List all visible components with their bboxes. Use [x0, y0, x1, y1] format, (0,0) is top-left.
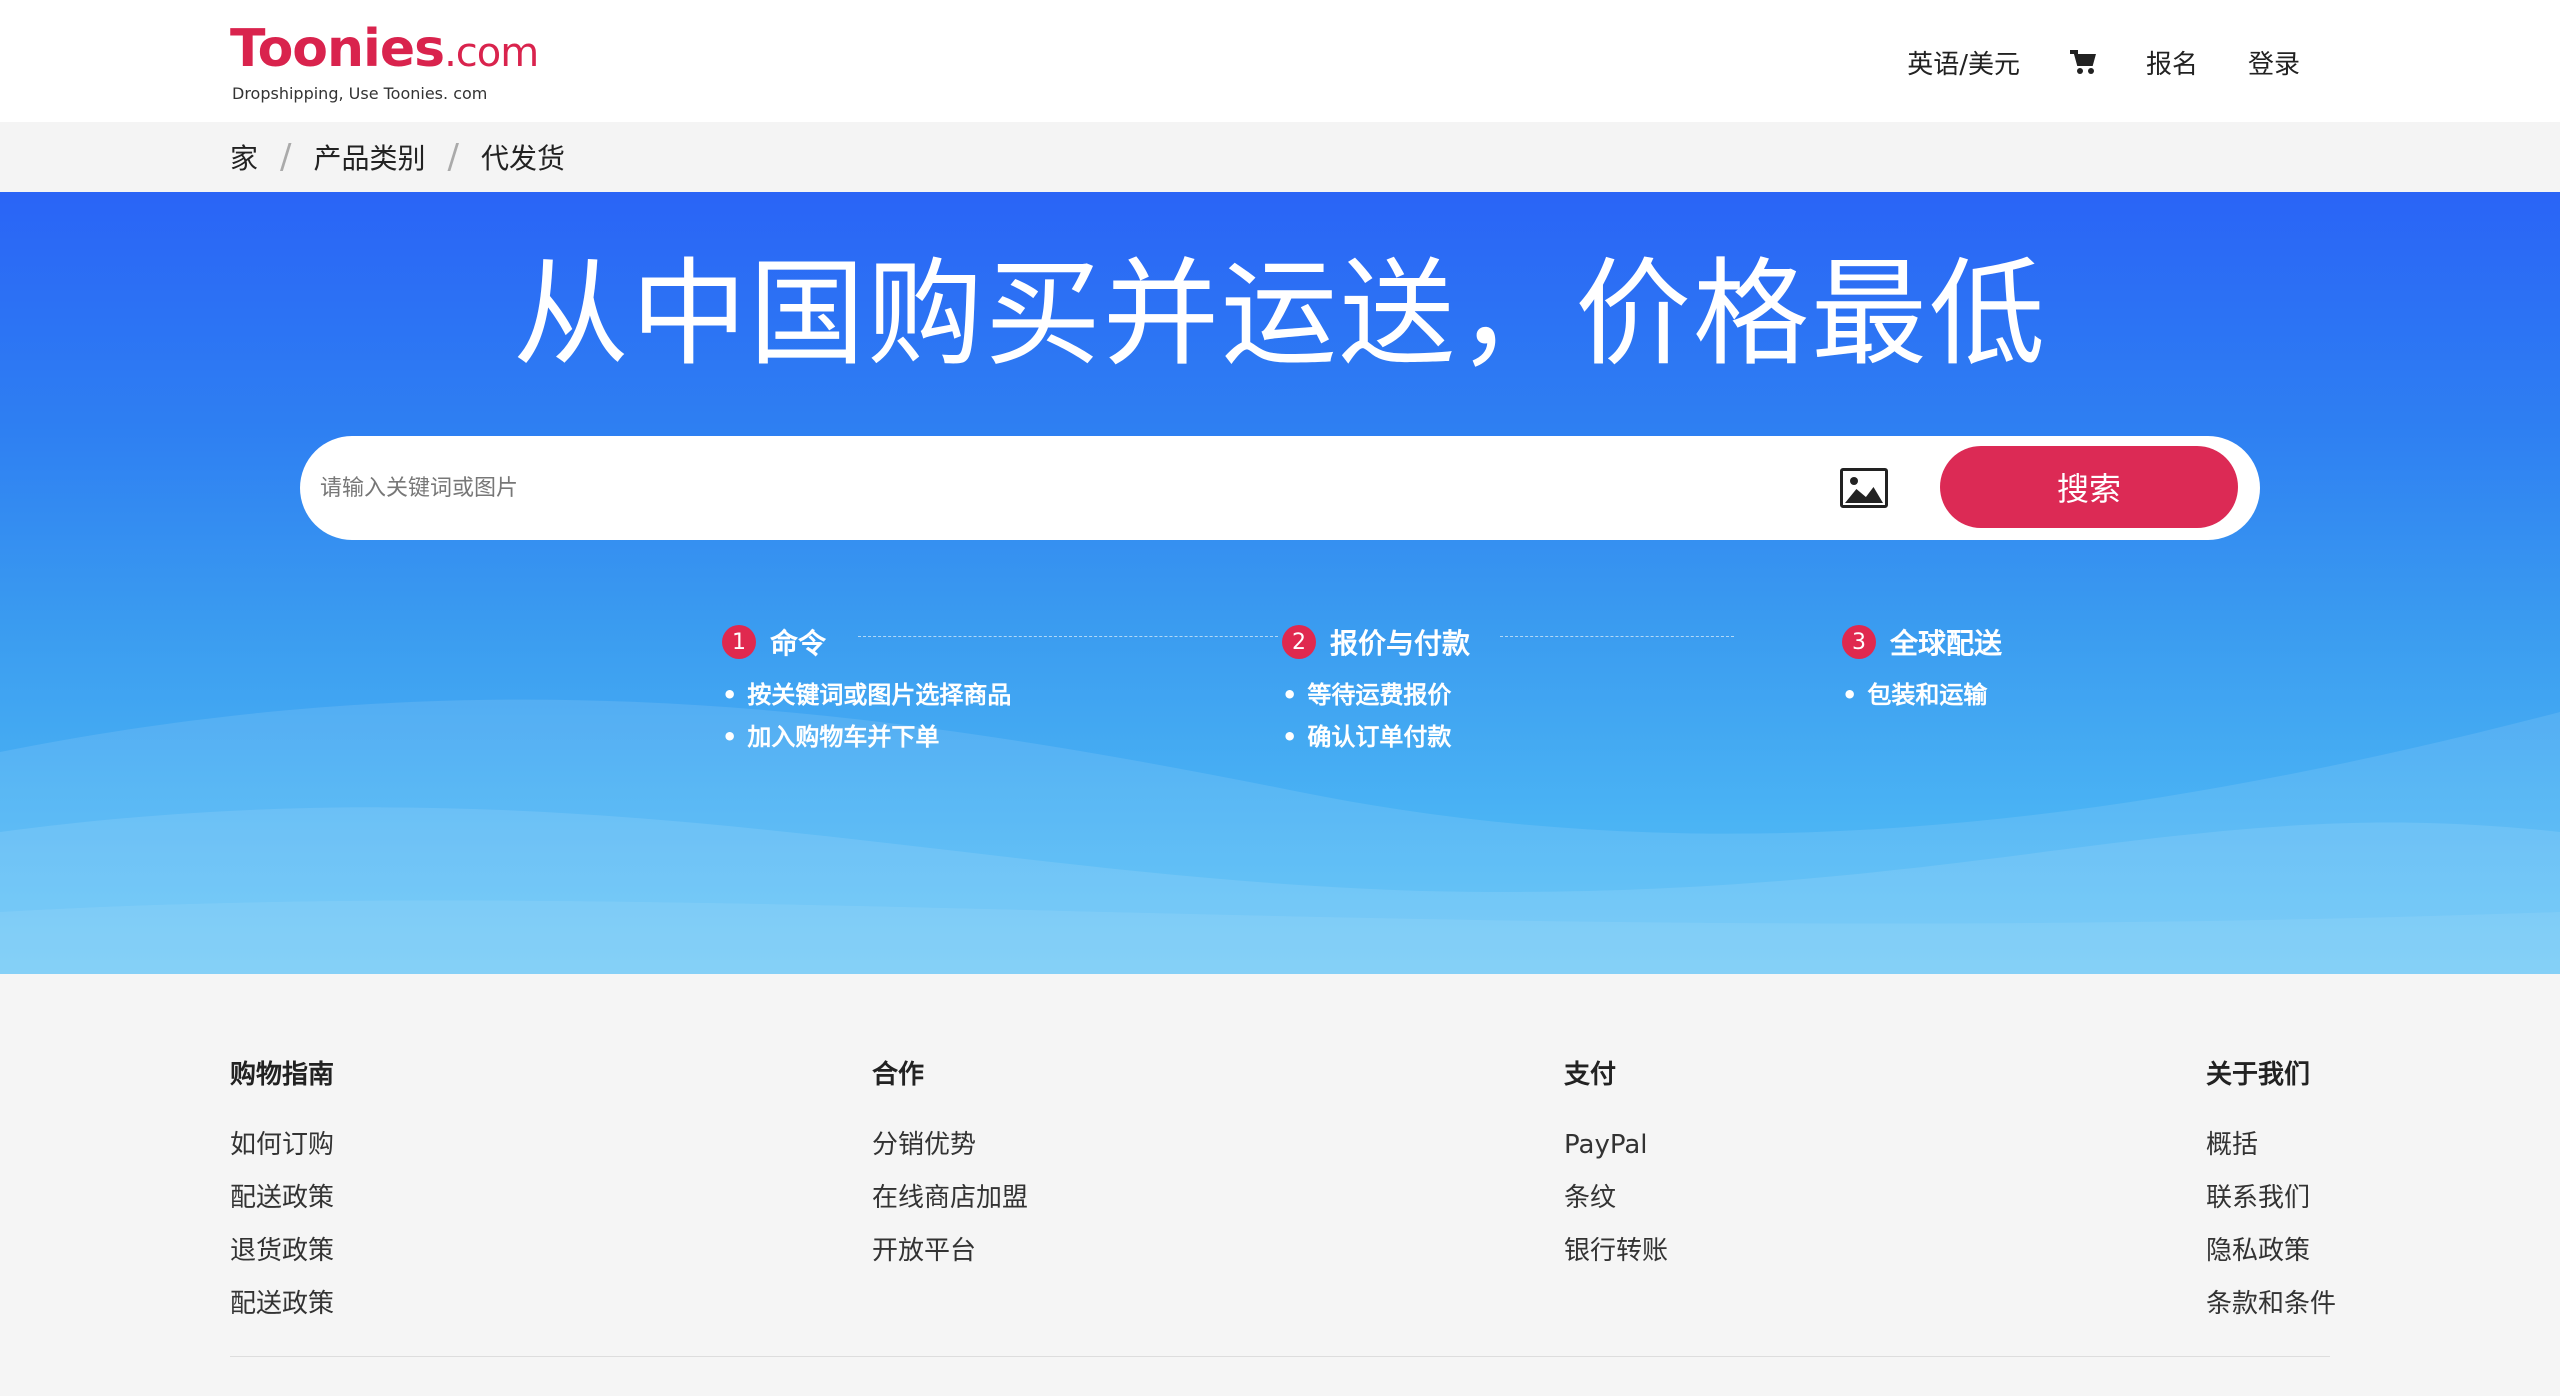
site-logo[interactable]: Toonies.com Dropshipping, Use Toonies. c… — [230, 18, 539, 108]
top-navigation: 英语/美元 报名 登录 — [1907, 42, 2300, 82]
footer-column-title: 关于我们 — [2206, 1060, 2311, 1090]
footer-link[interactable]: 分销优势 — [872, 1119, 1028, 1172]
login-link[interactable]: 登录 — [2248, 44, 2300, 81]
step-item: 等待运费报价 — [1282, 674, 1470, 716]
breadcrumb-categories[interactable]: 产品类别 — [313, 137, 425, 177]
image-upload-icon[interactable] — [1840, 468, 1888, 508]
step-order: 1 命令 按关键词或图片选择商品 加入购物车并下单 — [722, 622, 1011, 758]
breadcrumb-bar: 家 / 产品类别 / 代发货 — [0, 122, 2560, 192]
order-steps: 1 命令 按关键词或图片选择商品 加入购物车并下单 2 报价与付款 等待运费报价… — [0, 622, 2560, 782]
footer-link[interactable]: 联系我们 — [2206, 1172, 2336, 1225]
footer-link[interactable]: 如何订购 — [230, 1119, 334, 1172]
search-bar: 搜索 — [300, 436, 2260, 540]
search-button[interactable]: 搜索 — [1940, 446, 2238, 528]
footer-link[interactable]: 配送政策 — [230, 1278, 334, 1331]
step-item: 加入购物车并下单 — [722, 716, 1011, 758]
footer-link[interactable]: PayPal — [1564, 1119, 1668, 1172]
step-title: 报价与付款 — [1330, 627, 1471, 660]
signup-link[interactable]: 报名 — [2146, 44, 2198, 81]
footer-link[interactable]: 配送政策 — [230, 1172, 334, 1225]
footer-column-title: 购物指南 — [230, 1060, 335, 1090]
step-item: 确认订单付款 — [1282, 716, 1470, 758]
site-header: Toonies.com Dropshipping, Use Toonies. c… — [0, 0, 2560, 122]
footer-column-about-us: 关于我们 概括 联系我们 隐私政策 条款和条件 — [2206, 1054, 2336, 1331]
footer-divider — [230, 1356, 2330, 1357]
footer-link[interactable]: 概括 — [2206, 1119, 2336, 1172]
logo-wordmark: Toonies.com — [230, 19, 539, 79]
footer-link[interactable]: 隐私政策 — [2206, 1225, 2336, 1278]
search-input[interactable] — [320, 458, 1800, 518]
hero-banner: 从中国购买并运送，价格最低 搜索 1 命令 按关键词或图片选择商品 加入购物车并… — [0, 192, 2560, 974]
footer-link[interactable]: 开放平台 — [872, 1225, 1028, 1278]
footer-column-payment: 支付 PayPal 条纹 银行转账 — [1564, 1054, 1668, 1278]
step-title: 命令 — [770, 627, 827, 660]
step-items: 包装和运输 — [1842, 674, 2002, 716]
footer-link[interactable]: 在线商店加盟 — [872, 1172, 1028, 1225]
footer-column-shopping-guide: 购物指南 如何订购 配送政策 退货政策 配送政策 — [230, 1054, 334, 1331]
step-item: 按关键词或图片选择商品 — [722, 674, 1011, 716]
breadcrumb-home[interactable]: 家 — [230, 137, 258, 177]
site-footer: 购物指南 如何订购 配送政策 退货政策 配送政策 合作 分销优势 在线商店加盟 … — [0, 974, 2560, 1396]
footer-column-cooperation: 合作 分销优势 在线商店加盟 开放平台 — [872, 1054, 1028, 1278]
footer-column-title: 合作 — [872, 1060, 925, 1090]
step-global-delivery: 3 全球配送 包装和运输 — [1842, 622, 2002, 716]
breadcrumb-dropshipping[interactable]: 代发货 — [481, 137, 565, 177]
step-item: 包装和运输 — [1842, 674, 2002, 716]
step-connector — [1500, 636, 1734, 637]
breadcrumb-separator: / — [280, 137, 292, 177]
step-items: 按关键词或图片选择商品 加入购物车并下单 — [722, 674, 1011, 758]
step-items: 等待运费报价 确认订单付款 — [1282, 674, 1470, 758]
step-quote-payment: 2 报价与付款 等待运费报价 确认订单付款 — [1282, 622, 1470, 758]
logo-tagline: Dropshipping, Use Toonies. com — [232, 84, 488, 103]
breadcrumb: 家 / 产品类别 / 代发货 — [230, 122, 565, 192]
shopping-cart-icon[interactable] — [2069, 49, 2096, 75]
hero-title: 从中国购买并运送，价格最低 — [513, 247, 2047, 382]
footer-link[interactable]: 条款和条件 — [2206, 1278, 2336, 1331]
breadcrumb-separator: / — [447, 137, 459, 177]
footer-link[interactable]: 条纹 — [1564, 1172, 1668, 1225]
step-number-badge: 1 — [722, 625, 756, 659]
footer-link[interactable]: 银行转账 — [1564, 1225, 1668, 1278]
step-title: 全球配送 — [1890, 627, 2003, 660]
footer-link[interactable]: 退货政策 — [230, 1225, 334, 1278]
step-number-badge: 2 — [1282, 625, 1316, 659]
language-currency-selector[interactable]: 英语/美元 — [1907, 44, 2020, 81]
step-number-badge: 3 — [1842, 625, 1876, 659]
footer-column-title: 支付 — [1564, 1060, 1617, 1090]
